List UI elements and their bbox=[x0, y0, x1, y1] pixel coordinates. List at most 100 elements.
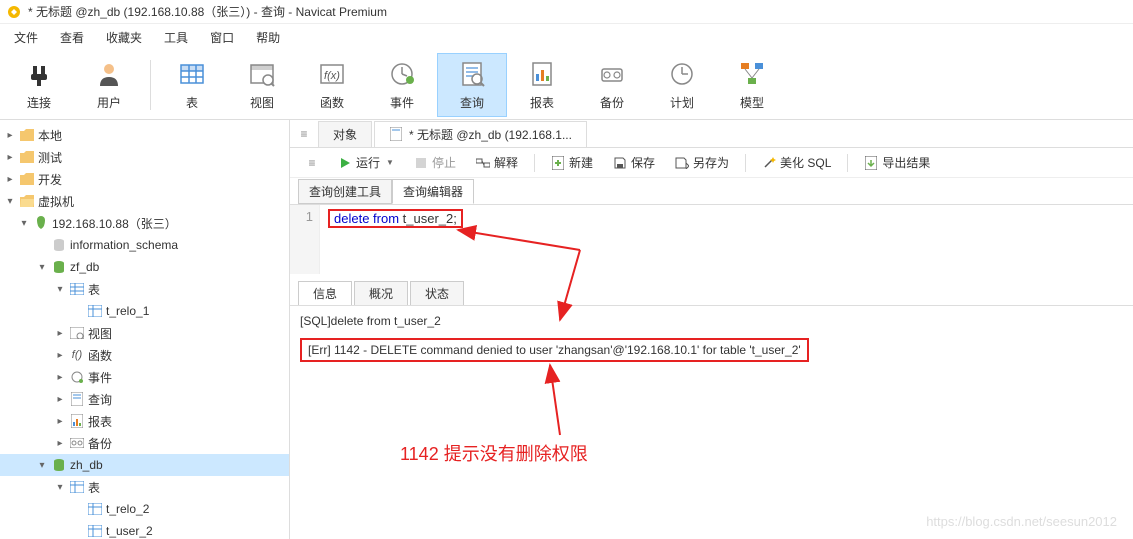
menu-view[interactable]: 查看 bbox=[50, 25, 94, 50]
query-icon bbox=[68, 392, 86, 406]
tree-folder-local[interactable]: ▸本地 bbox=[0, 124, 289, 146]
tab-query-builder[interactable]: 查询创建工具 bbox=[298, 179, 392, 204]
separator bbox=[534, 154, 535, 172]
collapse-icon[interactable]: ▾ bbox=[36, 262, 48, 273]
sql-editor[interactable]: 1 delete from t_user_2; bbox=[290, 204, 1133, 274]
user-icon bbox=[93, 58, 125, 90]
tab-editor[interactable]: * 无标题 @zh_db (192.168.1... bbox=[374, 121, 587, 147]
menu-tools[interactable]: 工具 bbox=[154, 25, 198, 50]
collapse-icon[interactable]: ▾ bbox=[54, 482, 66, 493]
connection-tree: ▸本地 ▸测试 ▸开发 ▾虚拟机 ▾192.168.10.88（张三） info… bbox=[0, 120, 290, 539]
user-button[interactable]: 用户 bbox=[74, 53, 144, 117]
toolbar-separator bbox=[150, 60, 151, 110]
query-tab-icon bbox=[389, 127, 403, 141]
result-tab-status[interactable]: 状态 bbox=[410, 281, 464, 305]
collapse-icon[interactable]: ▾ bbox=[36, 460, 48, 471]
result-tab-profile[interactable]: 概况 bbox=[354, 281, 408, 305]
expand-icon[interactable]: ▸ bbox=[54, 350, 66, 361]
tree-db-zfdb[interactable]: ▾zf_db bbox=[0, 256, 289, 278]
result-tabs: 信息 概况 状态 bbox=[290, 280, 1133, 306]
tree-events-zfdb[interactable]: ▸事件 bbox=[0, 366, 289, 388]
collapse-icon[interactable]: ▾ bbox=[54, 284, 66, 295]
svg-text:f(x): f(x) bbox=[324, 70, 340, 82]
result-tab-msg[interactable]: 信息 bbox=[298, 281, 352, 305]
table-button[interactable]: 表 bbox=[157, 53, 227, 117]
mysql-conn-icon bbox=[32, 216, 50, 230]
tree-tables-zhdb[interactable]: ▾表 bbox=[0, 476, 289, 498]
export-icon bbox=[864, 156, 878, 170]
event-button[interactable]: 事件 bbox=[367, 53, 437, 117]
table-group-icon bbox=[68, 481, 86, 493]
tree-folder-test[interactable]: ▸测试 bbox=[0, 146, 289, 168]
report-icon bbox=[68, 414, 86, 428]
tree-tables-zfdb[interactable]: ▾表 bbox=[0, 278, 289, 300]
saveas-button[interactable]: 另存为 bbox=[667, 151, 737, 174]
backup-button[interactable]: 备份 bbox=[577, 53, 647, 117]
menu-fav[interactable]: 收藏夹 bbox=[96, 25, 152, 50]
save-button[interactable]: 保存 bbox=[605, 151, 663, 174]
watermark: https://blog.csdn.net/seesun2012 bbox=[926, 514, 1117, 529]
function-icon: f() bbox=[68, 349, 86, 361]
collapse-icon[interactable]: ▾ bbox=[4, 196, 16, 207]
tree-folder-vm[interactable]: ▾虚拟机 bbox=[0, 190, 289, 212]
tab-query-editor[interactable]: 查询编辑器 bbox=[392, 179, 474, 204]
expand-icon[interactable]: ▸ bbox=[54, 416, 66, 427]
window-title: * 无标题 @zh_db (192.168.10.88（张三）) - 查询 - … bbox=[28, 3, 387, 20]
tree-backups-zfdb[interactable]: ▸备份 bbox=[0, 432, 289, 454]
saveas-icon bbox=[675, 156, 689, 170]
export-button[interactable]: 导出结果 bbox=[856, 151, 938, 174]
stop-icon bbox=[414, 156, 428, 170]
database-icon bbox=[50, 238, 68, 252]
tree-reports-zfdb[interactable]: ▸报表 bbox=[0, 410, 289, 432]
code-area[interactable]: delete from t_user_2; bbox=[320, 205, 1133, 274]
menu-file[interactable]: 文件 bbox=[4, 25, 48, 50]
tree-db-infoschema[interactable]: information_schema bbox=[0, 234, 289, 256]
expand-icon[interactable]: ▸ bbox=[54, 438, 66, 449]
tree-db-zhdb[interactable]: ▾zh_db bbox=[0, 454, 289, 476]
tabs-menu-icon[interactable]: ≡ bbox=[290, 127, 318, 141]
tree-table-tuser2[interactable]: t_user_2 bbox=[0, 520, 289, 539]
tab-objects[interactable]: 对象 bbox=[318, 121, 372, 147]
view-button[interactable]: 视图 bbox=[227, 53, 297, 117]
dropdown-icon: ▼ bbox=[386, 158, 394, 167]
connect-button[interactable]: 连接 bbox=[4, 53, 74, 117]
expand-icon[interactable]: ▸ bbox=[4, 174, 16, 185]
event-icon bbox=[386, 58, 418, 90]
new-icon bbox=[551, 156, 565, 170]
sql-highlight-box: delete from t_user_2; bbox=[328, 209, 463, 228]
folder-open-icon bbox=[18, 195, 36, 207]
table-icon bbox=[86, 525, 104, 537]
explain-icon bbox=[476, 156, 490, 170]
new-button[interactable]: 新建 bbox=[543, 151, 601, 174]
tree-connection[interactable]: ▾192.168.10.88（张三） bbox=[0, 212, 289, 234]
expand-icon[interactable]: ▸ bbox=[54, 328, 66, 339]
collapse-icon[interactable]: ▾ bbox=[18, 218, 30, 229]
function-button[interactable]: f(x) 函数 bbox=[297, 53, 367, 117]
menu-help[interactable]: 帮助 bbox=[246, 25, 290, 50]
separator bbox=[847, 154, 848, 172]
tree-table-trelo2[interactable]: t_relo_2 bbox=[0, 498, 289, 520]
expand-icon[interactable]: ▸ bbox=[4, 130, 16, 141]
tree-funcs-zfdb[interactable]: ▸f()函数 bbox=[0, 344, 289, 366]
wand-icon bbox=[762, 156, 776, 170]
table-icon bbox=[176, 58, 208, 90]
table-icon bbox=[86, 305, 104, 317]
report-button[interactable]: 报表 bbox=[507, 53, 577, 117]
tree-table-trelo1[interactable]: t_relo_1 bbox=[0, 300, 289, 322]
tree-views-zfdb[interactable]: ▸视图 bbox=[0, 322, 289, 344]
run-button[interactable]: 运行▼ bbox=[330, 151, 402, 174]
model-button[interactable]: 模型 bbox=[717, 53, 787, 117]
menu-window[interactable]: 窗口 bbox=[200, 25, 244, 50]
tree-folder-dev[interactable]: ▸开发 bbox=[0, 168, 289, 190]
toolbar-menu-icon[interactable]: ≡ bbox=[298, 156, 326, 170]
schedule-button[interactable]: 计划 bbox=[647, 53, 717, 117]
tree-queries-zfdb[interactable]: ▸查询 bbox=[0, 388, 289, 410]
expand-icon[interactable]: ▸ bbox=[4, 152, 16, 163]
beautify-button[interactable]: 美化 SQL bbox=[754, 151, 839, 174]
expand-icon[interactable]: ▸ bbox=[54, 372, 66, 383]
query-button[interactable]: 查询 bbox=[437, 53, 507, 117]
expand-icon[interactable]: ▸ bbox=[54, 394, 66, 405]
explain-button[interactable]: 解释 bbox=[468, 151, 526, 174]
folder-icon bbox=[18, 173, 36, 185]
table-icon bbox=[86, 503, 104, 515]
